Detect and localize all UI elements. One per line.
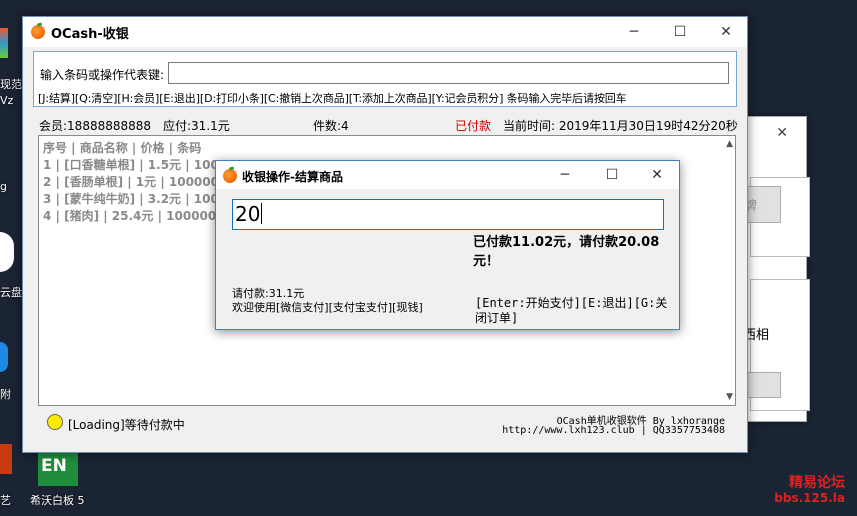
app-shortcut-icon[interactable]: [0, 444, 12, 474]
list-header: 序号 | 商品名称 | 价格 | 条码: [43, 141, 202, 155]
payable-text: 应付:31.1元: [163, 119, 230, 133]
dialog-title: 收银操作-结算商品: [242, 170, 343, 184]
close-icon[interactable]: ✕: [776, 125, 788, 141]
orange-logo-icon: [223, 169, 237, 183]
payment-message: 已付款11.02元，请付款20.08元！: [473, 235, 660, 269]
browser-icon[interactable]: [0, 342, 8, 372]
desktop-icon-label[interactable]: g: [0, 180, 7, 193]
background-panel: 西相: [741, 279, 810, 411]
minimize-button[interactable]: ─: [621, 21, 647, 43]
dialog-key-hints: [Enter:开始支付][E:退出][G:关闭订单]: [475, 296, 668, 325]
checkout-dialog: 收银操作-结算商品 ─ ☐ ✕ 20 已付款11.02元，请付款20.08元！ …: [215, 160, 680, 330]
orange-logo-icon: [31, 25, 45, 39]
cloud-drive-icon[interactable]: [0, 232, 14, 272]
title-bar[interactable]: OCash-收银 ─ ☐ ✕: [23, 17, 747, 47]
payment-status-text: 已付款: [455, 119, 492, 133]
list-item[interactable]: 4 | [猪肉] | 25.4元 | 1000004: [43, 207, 225, 224]
loading-status: [Loading]等待付款中: [68, 418, 185, 432]
dialog-title-bar[interactable]: 收银操作-结算商品 ─ ☐ ✕: [216, 161, 679, 189]
member-text: 会员:18888888888: [39, 119, 152, 133]
payment-methods: 欢迎使用[微信支付][支付宝支付][现钱]: [232, 301, 423, 314]
desktop-icon-label[interactable]: 希沃白板 5: [30, 492, 85, 508]
maximize-button[interactable]: ☐: [599, 164, 625, 186]
close-button[interactable]: ✕: [644, 164, 670, 186]
desktop-icon-sublabel: Vz: [0, 94, 14, 107]
scroll-down-arrow-icon[interactable]: ▼: [726, 392, 733, 402]
hotkey-hints: [J:结算][Q:清空][H:会员][E:退出][D:打印小条][C:撤销上次商…: [38, 92, 627, 105]
maximize-button[interactable]: ☐: [667, 21, 693, 43]
desktop-edge-label: 艺: [0, 494, 11, 507]
credit-link[interactable]: http://www.lxh123.club | QQ3357753408: [502, 425, 725, 436]
desktop-app-icon[interactable]: [0, 28, 8, 58]
desktop-icon-label[interactable]: 现范: [0, 76, 22, 92]
text-caret: [261, 203, 263, 224]
scroll-up-arrow-icon[interactable]: ▲: [726, 139, 733, 149]
barcode-input[interactable]: [168, 62, 729, 84]
list-item[interactable]: 2 | [香肠单根] | 1元 | 1000006: [43, 173, 227, 190]
payment-amount-input[interactable]: 20: [232, 199, 664, 230]
current-time-text: 当前时间: 2019年11月30日19时42分20秒: [503, 119, 738, 133]
background-window: ✕ 牌 西相: [741, 116, 810, 422]
barcode-label: 输入条码或操作代表键:: [40, 68, 165, 82]
seewo-whiteboard-icon[interactable]: EN: [38, 452, 78, 486]
window-title: OCash-收银: [51, 27, 129, 42]
watermark-line1: 精易论坛: [789, 475, 845, 491]
desktop-icon-label[interactable]: 附: [0, 386, 11, 402]
status-row: 会员:18888888888 应付:31.1元 件数:4 已付款 当前时间: 2…: [23, 115, 747, 133]
background-panel: 牌: [741, 177, 810, 257]
loading-indicator-icon: [47, 414, 63, 430]
payment-amount-value: 20: [235, 202, 261, 226]
seewo-whiteboard-tile-text: EN: [41, 456, 67, 476]
close-button[interactable]: ✕: [713, 21, 739, 43]
minimize-button[interactable]: ─: [552, 164, 578, 186]
item-count-text: 件数:4: [313, 119, 349, 133]
barcode-group: 输入条码或操作代表键: [J:结算][Q:清空][H:会员][E:退出][D:打…: [33, 51, 737, 107]
forum-watermark: 精易论坛 bbs.125.la: [774, 476, 845, 506]
watermark-line2: bbs.125.la: [774, 491, 845, 505]
desktop-icon-label[interactable]: 云盘: [0, 284, 22, 300]
